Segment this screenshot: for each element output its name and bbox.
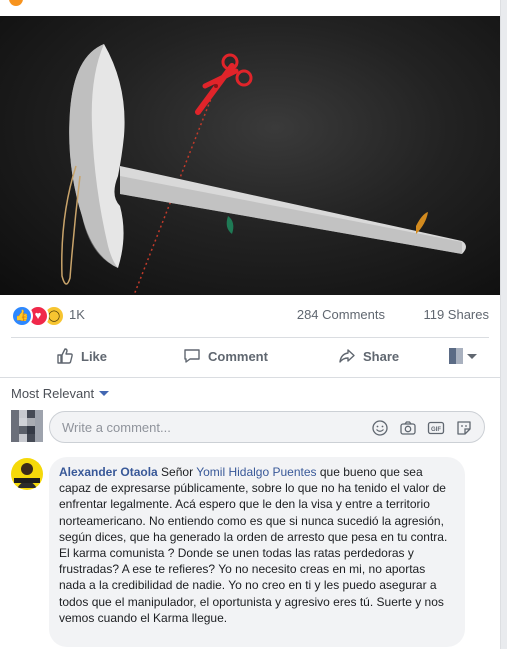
comment-button[interactable]: Comment — [183, 339, 268, 373]
comment-input[interactable]: Write a comment... GIF — [49, 411, 485, 443]
chevron-down-icon — [467, 353, 477, 359]
comment-bubble: Alexander Otaola Señor Yomil Hidalgo Pue… — [49, 457, 465, 647]
post-photo[interactable] — [0, 16, 500, 295]
current-user-avatar[interactable] — [11, 410, 43, 442]
profile-avatar — [449, 348, 463, 364]
page-badge — [9, 0, 23, 6]
thumbs-up-icon — [57, 348, 73, 364]
sticker-icon[interactable] — [455, 419, 473, 437]
share-button[interactable]: Share — [338, 339, 399, 373]
reaction-summary[interactable]: 👍 ♥ ◯ 1K 284 Comments 119 Shares — [11, 303, 489, 327]
leaf-orange — [416, 212, 428, 234]
svg-text:GIF: GIF — [431, 427, 441, 433]
comment-mention-link[interactable]: Yomil Hidalgo Puentes — [196, 465, 316, 479]
scissors-icon — [195, 53, 253, 115]
like-label: Like — [81, 348, 108, 364]
comment-icon — [184, 349, 200, 363]
comment-greeting: Señor — [161, 465, 194, 479]
emoji-icon[interactable] — [371, 419, 389, 437]
post-card: 👍 ♥ ◯ 1K 284 Comments 119 Shares Like Co… — [0, 0, 501, 649]
mask-illustration — [61, 44, 466, 295]
gif-icon[interactable]: GIF — [427, 419, 445, 437]
comment-sort-dropdown[interactable]: Most Relevant — [11, 386, 110, 401]
leaf-green — [226, 216, 234, 234]
comment-input-placeholder: Write a comment... — [62, 420, 171, 435]
like-icon: 👍 — [11, 305, 33, 327]
comment-body: que bueno que sea capaz de expresarse pú… — [59, 465, 448, 625]
camera-icon[interactable] — [399, 419, 417, 437]
divider — [0, 377, 500, 378]
commenter-avatar[interactable] — [11, 458, 43, 490]
sort-label: Most Relevant — [11, 386, 95, 401]
comment-text: Alexander Otaola Señor Yomil Hidalgo Pue… — [59, 464, 455, 626]
share-icon — [339, 349, 355, 363]
post-actions: Like Comment Share — [11, 339, 489, 373]
like-button[interactable]: Like — [56, 339, 107, 373]
divider — [11, 337, 489, 338]
shares-count[interactable]: 119 Shares — [423, 307, 489, 322]
comment-as-selector[interactable] — [449, 339, 477, 373]
share-label: Share — [363, 348, 400, 364]
comment-label: Comment — [208, 348, 268, 364]
comment-author-link[interactable]: Alexander Otaola — [59, 465, 158, 479]
chevron-down-icon — [99, 391, 110, 396]
comments-count[interactable]: 284 Comments — [297, 307, 385, 322]
reaction-count[interactable]: 1K — [69, 307, 85, 322]
